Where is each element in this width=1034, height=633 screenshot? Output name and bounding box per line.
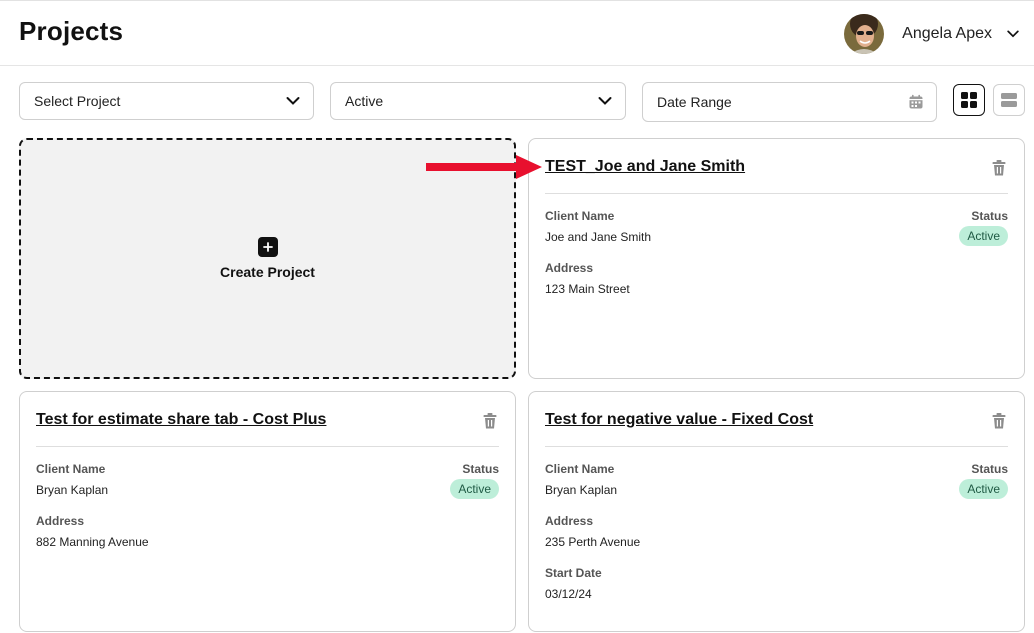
status-select[interactable]: Active <box>330 82 626 120</box>
card-divider <box>36 446 499 447</box>
address-value: 235 Perth Avenue <box>545 535 641 549</box>
status-label: Status <box>971 209 1008 223</box>
status-badge: Active <box>450 479 499 499</box>
chevron-down-icon <box>1007 30 1019 38</box>
list-view-icon <box>1001 93 1017 107</box>
page: Projects Angela Apex Select Project Acti… <box>0 0 1034 633</box>
address-label: Address <box>36 514 85 528</box>
avatar[interactable] <box>844 14 885 54</box>
project-card: Test for negative value - Fixed Cost Cli… <box>528 391 1025 632</box>
date-range-placeholder: Date Range <box>657 94 732 110</box>
project-title-link[interactable]: TEST_Joe and Jane Smith <box>545 158 745 176</box>
arrow-right-icon <box>426 155 542 179</box>
chevron-down-icon <box>286 97 300 105</box>
client-name-value: Bryan Kaplan <box>36 483 109 497</box>
list-view-button[interactable] <box>993 84 1025 116</box>
user-menu[interactable]: Angela Apex <box>844 14 1020 54</box>
grid-view-icon <box>961 92 977 108</box>
status-label: Status <box>971 462 1008 476</box>
status-select-value: Active <box>345 93 384 109</box>
address-label: Address <box>545 261 594 275</box>
client-name-label: Client Name <box>545 209 615 223</box>
address-value: 882 Manning Avenue <box>36 535 149 549</box>
client-name-value: Joe and Jane Smith <box>545 230 652 244</box>
status-label: Status <box>462 462 499 476</box>
trash-icon[interactable] <box>990 159 1008 177</box>
chevron-down-icon <box>598 97 612 105</box>
card-divider <box>545 193 1008 194</box>
address-value: 123 Main Street <box>545 282 630 296</box>
trash-icon[interactable] <box>990 412 1008 430</box>
project-card: TEST_Joe and Jane Smith Client Name Stat… <box>528 138 1025 379</box>
create-project-label: Create Project <box>220 264 315 280</box>
plus-icon <box>257 237 278 257</box>
address-label: Address <box>545 514 594 528</box>
project-select[interactable]: Select Project <box>19 82 314 120</box>
project-card: Test for estimate share tab - Cost Plus … <box>19 391 516 632</box>
trash-icon[interactable] <box>481 412 499 430</box>
card-divider <box>545 446 1008 447</box>
calendar-icon <box>909 94 923 109</box>
client-name-label: Client Name <box>545 462 615 476</box>
project-title-link[interactable]: Test for negative value - Fixed Cost <box>545 411 813 429</box>
user-name: Angela Apex <box>902 25 992 42</box>
page-title: Projects <box>19 16 124 46</box>
grid-view-button[interactable] <box>953 84 985 116</box>
date-range-input[interactable]: Date Range <box>642 82 937 122</box>
filter-bar: Select Project Active Date Range <box>19 82 1025 122</box>
client-name-value: Bryan Kaplan <box>545 483 618 497</box>
start-date-label: Start Date <box>545 566 602 580</box>
start-date-value: 03/12/24 <box>545 587 592 601</box>
status-badge: Active <box>959 226 1008 246</box>
status-badge: Active <box>959 479 1008 499</box>
header: Projects Angela Apex <box>0 1 1034 66</box>
project-select-value: Select Project <box>34 93 121 109</box>
project-title-link[interactable]: Test for estimate share tab - Cost Plus <box>36 411 326 429</box>
client-name-label: Client Name <box>36 462 106 476</box>
